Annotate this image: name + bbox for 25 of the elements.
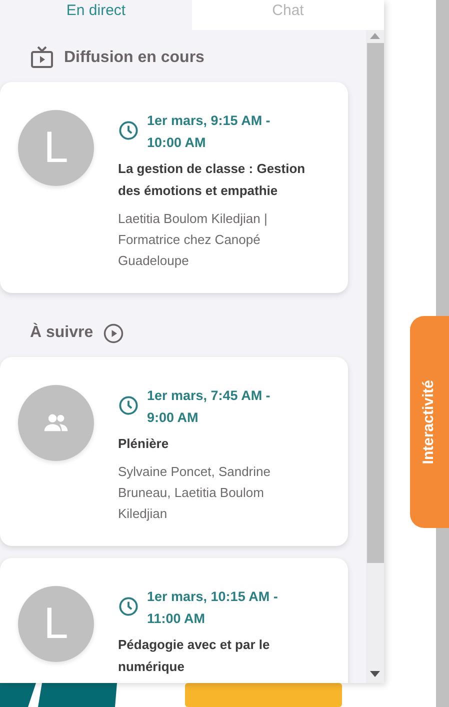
session-title: Plénière — [118, 435, 170, 453]
session-card[interactable]: L 1er mars, 9:15 AM - 10:00 AM La gestion de classe : Gestion des émotions et empathie Laetitia Boulom Kiledjian | Formatrice chez Canopé Guadeloupe — [0, 82, 348, 293]
session-speakers: Laetitia Boulom Kiledjian | Formatrice chez Canopé Guadeloupe — [118, 210, 268, 270]
avatar: L — [18, 110, 94, 186]
session-title: Pédagogie avec et par le numérique — [118, 636, 271, 676]
clock-icon — [118, 596, 139, 617]
scrollbar-thumb[interactable] — [366, 43, 384, 563]
section-title: À suivre — [30, 322, 94, 343]
session-title: La gestion de classe : Gestion des émotions et empathie — [118, 160, 306, 200]
page-scrollbar[interactable] — [436, 0, 449, 316]
scroll-down-icon[interactable] — [370, 671, 380, 677]
session-time: 1er mars, 10:15 AM - 11:00 AM — [147, 588, 279, 628]
session-speakers: Sylvaine Poncet, Sandrine Bruneau, Laetitia Boulom Kiledjian — [118, 463, 272, 523]
clock-icon — [118, 120, 139, 141]
clock-icon — [118, 395, 139, 416]
section-title: Diffusion en cours — [64, 48, 204, 68]
tv-icon — [30, 46, 54, 70]
scroll-up-icon[interactable] — [370, 33, 380, 39]
session-time: 1er mars, 7:45 AM - 9:00 AM — [147, 387, 272, 427]
session-time: 1er mars, 9:15 AM - 10:00 AM — [147, 112, 272, 152]
play-icon — [103, 322, 124, 344]
session-card[interactable]: 1er mars, 7:45 AM - 9:00 AM Plénière Sylvaine Poncet, Sandrine Bruneau, Laetitia Boulom Kiledjian — [0, 357, 348, 546]
session-card[interactable]: L 1er mars, 10:15 AM - 11:00 AM Pédagogie avec et par le numérique — [0, 558, 348, 683]
tab[interactable]: En direct — [0, 0, 192, 30]
avatar: L — [18, 586, 94, 662]
